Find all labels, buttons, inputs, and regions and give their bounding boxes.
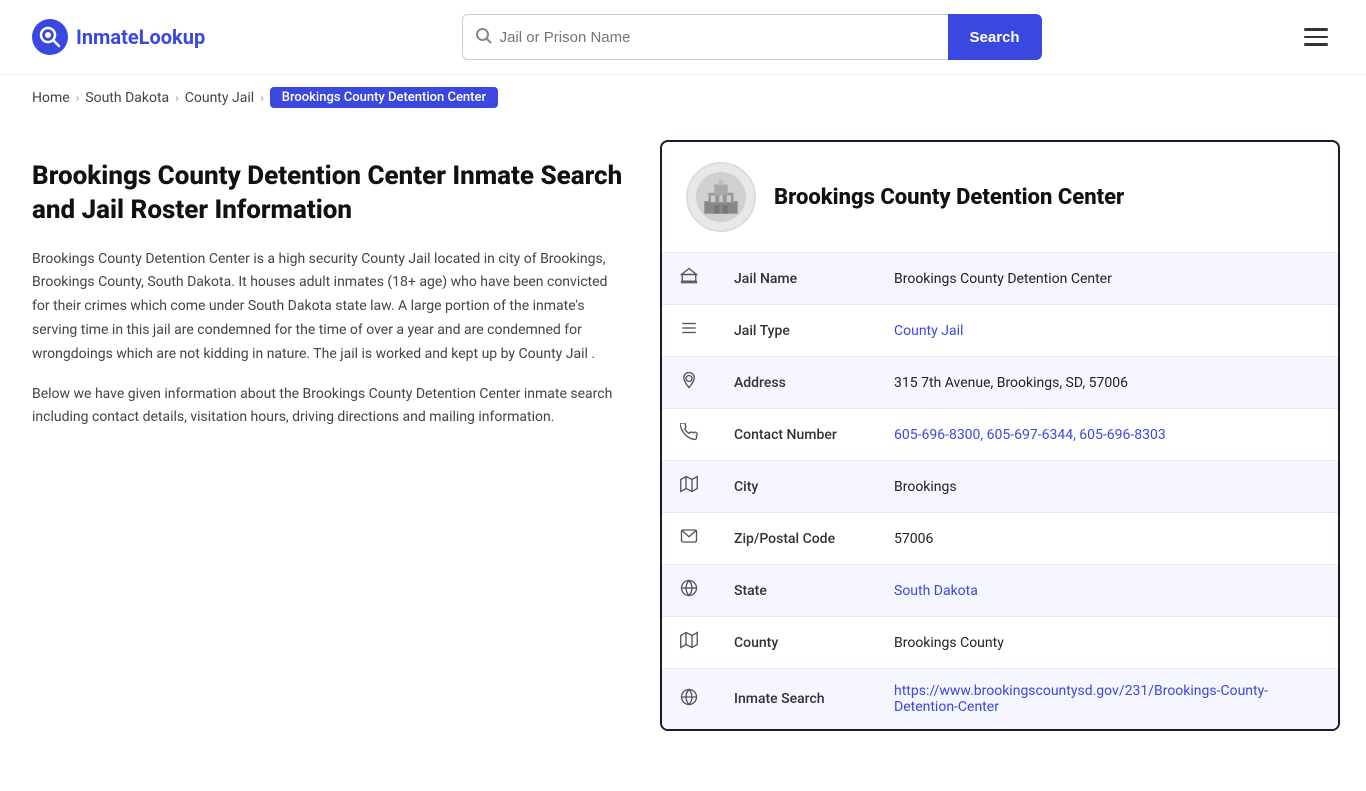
table-row: Jail Type County Jail [662, 305, 1338, 357]
table-row: Contact Number 605-696-8300, 605-697-6344… [662, 409, 1338, 461]
search-input-wrap [462, 14, 948, 60]
row-value: 57006 [876, 513, 1338, 565]
table-row: Zip/Postal Code57006 [662, 513, 1338, 565]
row-icon [662, 565, 716, 617]
search-icon [475, 27, 492, 48]
logo-text: InmateLookup [76, 25, 205, 49]
row-icon [662, 357, 716, 409]
row-label: City [716, 461, 876, 513]
hamburger-line-2 [1304, 36, 1328, 39]
breadcrumb-current: Brookings County Detention Center [270, 87, 498, 108]
row-icon [662, 669, 716, 730]
row-label: Jail Name [716, 253, 876, 305]
row-value[interactable]: South Dakota [876, 565, 1338, 617]
table-row: CityBrookings [662, 461, 1338, 513]
main-content: Brookings County Detention Center Inmate… [0, 120, 1366, 791]
row-label: County [716, 617, 876, 669]
row-icon [662, 513, 716, 565]
row-value: 315 7th Avenue, Brookings, SD, 57006 [876, 357, 1338, 409]
hamburger-line-1 [1304, 28, 1328, 31]
left-column: Brookings County Detention Center Inmate… [0, 120, 660, 751]
row-icon [662, 461, 716, 513]
row-icon [662, 253, 716, 305]
right-column: Brookings County Detention Center Jail N… [660, 120, 1366, 751]
row-value[interactable]: https://www.brookingscountysd.gov/231/Br… [876, 669, 1338, 730]
description-para-1: Brookings County Detention Center is a h… [32, 248, 628, 367]
chevron-icon-3: › [260, 91, 264, 105]
row-label: Address [716, 357, 876, 409]
search-button[interactable]: Search [948, 14, 1042, 60]
search-input[interactable] [500, 29, 936, 46]
table-row: State South Dakota [662, 565, 1338, 617]
site-header: InmateLookup Search [0, 0, 1366, 75]
chevron-icon-1: › [76, 91, 80, 105]
table-row: CountyBrookings County [662, 617, 1338, 669]
table-row: Address315 7th Avenue, Brookings, SD, 57… [662, 357, 1338, 409]
row-link[interactable]: https://www.brookingscountysd.gov/231/Br… [894, 683, 1268, 715]
description-para-2: Below we have given information about th… [32, 383, 628, 431]
search-bar: Search [462, 14, 1042, 60]
logo-icon [32, 19, 68, 55]
breadcrumb-home[interactable]: Home [32, 90, 70, 106]
card-title: Brookings County Detention Center [774, 185, 1124, 210]
table-row: Jail NameBrookings County Detention Cent… [662, 253, 1338, 305]
row-label: Contact Number [716, 409, 876, 461]
row-value[interactable]: County Jail [876, 305, 1338, 357]
row-icon [662, 409, 716, 461]
info-table: Jail NameBrookings County Detention Cent… [662, 253, 1338, 729]
logo-link[interactable]: InmateLookup [32, 19, 205, 55]
row-link[interactable]: 605-696-8300, 605-697-6344, 605-696-8303 [894, 427, 1166, 443]
chevron-icon-2: › [175, 91, 179, 105]
row-icon [662, 617, 716, 669]
row-value[interactable]: 605-696-8300, 605-697-6344, 605-696-8303 [876, 409, 1338, 461]
card-header: Brookings County Detention Center [662, 142, 1338, 253]
row-value: Brookings County [876, 617, 1338, 669]
row-value: Brookings County Detention Center [876, 253, 1338, 305]
row-link[interactable]: South Dakota [894, 583, 978, 599]
row-link[interactable]: County Jail [894, 323, 963, 339]
breadcrumb-state[interactable]: South Dakota [85, 90, 169, 106]
page-title: Brookings County Detention Center Inmate… [32, 160, 628, 228]
row-label: Inmate Search [716, 669, 876, 730]
row-label: State [716, 565, 876, 617]
breadcrumb-type[interactable]: County Jail [185, 90, 254, 106]
hamburger-line-3 [1304, 43, 1328, 46]
row-label: Zip/Postal Code [716, 513, 876, 565]
info-card: Brookings County Detention Center Jail N… [660, 140, 1340, 731]
hamburger-menu[interactable] [1298, 22, 1334, 52]
facility-image [686, 162, 756, 232]
row-label: Jail Type [716, 305, 876, 357]
row-value: Brookings [876, 461, 1338, 513]
table-row: Inmate Search https://www.brookingscounty… [662, 669, 1338, 730]
breadcrumb: Home › South Dakota › County Jail › Broo… [0, 75, 1366, 120]
row-icon [662, 305, 716, 357]
